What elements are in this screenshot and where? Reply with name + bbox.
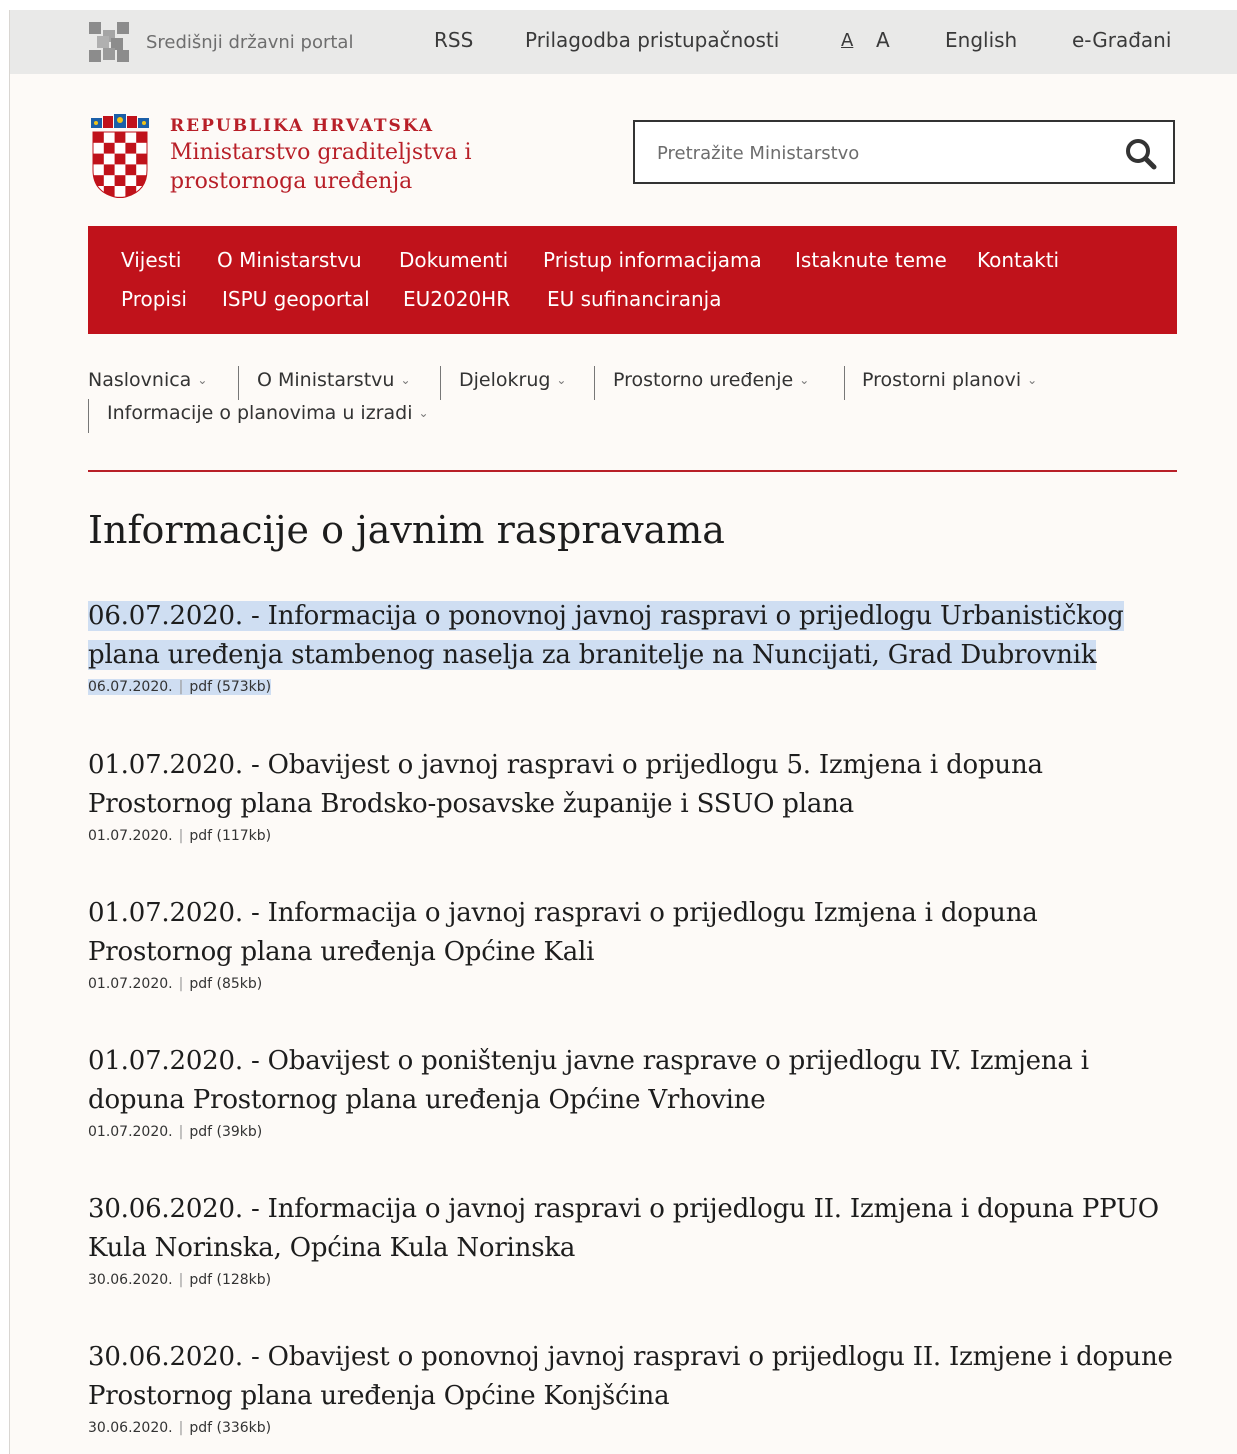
rss-link[interactable]: RSS: [434, 28, 473, 52]
item-meta: 01.07.2020. | pdf (85kb): [88, 976, 263, 992]
list-item: 30.06.2020. - Obavijest o ponovnoj javno…: [88, 1338, 1180, 1437]
subnav-o-ministarstvu[interactable]: O Ministarstvu ⌄: [257, 369, 411, 391]
nav-eu2020hr[interactable]: EU2020HR: [403, 287, 510, 311]
nav-vijesti[interactable]: Vijesti: [121, 248, 181, 272]
nav-eu-sufinanciranja[interactable]: EU sufinanciranja: [547, 287, 721, 311]
chevron-down-icon: ⌄: [197, 373, 208, 387]
item-title-link[interactable]: 01.07.2020. - Informacija o javnoj raspr…: [88, 894, 1180, 972]
portal-logo-icon[interactable]: [89, 22, 129, 62]
coat-of-arms-icon[interactable]: [89, 114, 151, 198]
chevron-down-icon: ⌄: [1027, 373, 1038, 387]
item-meta: 30.06.2020. | pdf (336kb): [88, 1420, 272, 1436]
font-small-button[interactable]: A: [841, 30, 853, 51]
nav-kontakti[interactable]: Kontakti: [977, 248, 1059, 272]
subnav-prostorni-planovi[interactable]: Prostorni planovi ⌄: [862, 369, 1037, 391]
item-title-link[interactable]: 30.06.2020. - Obavijest o ponovnoj javno…: [88, 1338, 1180, 1416]
ministry-name-link[interactable]: Ministarstvo graditeljstva i prostornoga…: [170, 138, 500, 196]
item-title-link[interactable]: 06.07.2020. - Informacija o ponovnoj jav…: [88, 597, 1180, 675]
nav-pristup-informacijama[interactable]: Pristup informacijama: [543, 248, 762, 272]
subnav-informacije-o-planovima[interactable]: Informacije o planovima u izradi ⌄: [107, 402, 429, 424]
nav-dokumenti[interactable]: Dokumenti: [399, 248, 508, 272]
item-meta: 06.07.2020. | pdf (573kb): [88, 679, 272, 695]
search-input[interactable]: [655, 136, 1099, 170]
search-box: [633, 120, 1175, 184]
pdf-link[interactable]: pdf (336kb): [189, 1420, 271, 1436]
main-nav: Vijesti O Ministarstvu Dokumenti Pristup…: [88, 226, 1177, 334]
page: Središnji državni portal RSS Prilagodba …: [9, 10, 1237, 1454]
nav-o-ministarstvu[interactable]: O Ministarstvu: [217, 248, 362, 272]
list-item: 01.07.2020. - Informacija o javnoj raspr…: [88, 894, 1180, 993]
portal-link[interactable]: Središnji državni portal: [146, 32, 353, 53]
list-item: 01.07.2020. - Obavijest o javnoj rasprav…: [88, 746, 1180, 845]
republic-title: REPUBLIKA HRVATSKA: [170, 116, 435, 136]
pdf-link[interactable]: pdf (117kb): [189, 828, 271, 844]
list-item: 30.06.2020. - Informacija o javnoj raspr…: [88, 1190, 1180, 1289]
chevron-down-icon: ⌄: [556, 373, 567, 387]
search-icon[interactable]: [1121, 134, 1161, 174]
item-title-link[interactable]: 01.07.2020. - Obavijest o poništenju jav…: [88, 1042, 1180, 1120]
item-title-link[interactable]: 30.06.2020. - Informacija o javnoj raspr…: [88, 1190, 1180, 1268]
nav-ispu-geoportal[interactable]: ISPU geoportal: [222, 287, 370, 311]
item-meta: 01.07.2020. | pdf (39kb): [88, 1124, 263, 1140]
item-meta: 30.06.2020. | pdf (128kb): [88, 1272, 272, 1288]
list-item: 06.07.2020. - Informacija o ponovnoj jav…: [88, 597, 1180, 696]
nav-propisi[interactable]: Propisi: [121, 287, 187, 311]
english-link[interactable]: English: [945, 28, 1017, 52]
nav-istaknute-teme[interactable]: Istaknute teme: [795, 248, 947, 272]
subnav-prostorno-uredenje[interactable]: Prostorno uređenje ⌄: [613, 369, 809, 391]
top-bar: Središnji državni portal RSS Prilagodba …: [10, 10, 1237, 74]
chevron-down-icon: ⌄: [400, 373, 411, 387]
subnav-djelokrug[interactable]: Djelokrug ⌄: [459, 369, 566, 391]
chevron-down-icon: ⌄: [799, 373, 810, 387]
pdf-link[interactable]: pdf (573kb): [189, 679, 271, 695]
page-title: Informacije o javnim raspravama: [88, 508, 725, 552]
pdf-link[interactable]: pdf (85kb): [189, 976, 262, 992]
subnav-naslovnica[interactable]: Naslovnica ⌄: [88, 369, 207, 391]
accessibility-link[interactable]: Prilagodba pristupačnosti: [525, 28, 779, 52]
divider: [88, 470, 1177, 472]
item-meta: 01.07.2020. | pdf (117kb): [88, 828, 272, 844]
chevron-down-icon: ⌄: [418, 406, 429, 420]
font-large-button[interactable]: A: [876, 28, 890, 52]
pdf-link[interactable]: pdf (128kb): [189, 1272, 271, 1288]
list-item: 01.07.2020. - Obavijest o poništenju jav…: [88, 1042, 1180, 1141]
egradani-link[interactable]: e-Građani: [1072, 28, 1171, 52]
pdf-link[interactable]: pdf (39kb): [189, 1124, 262, 1140]
item-title-link[interactable]: 01.07.2020. - Obavijest o javnoj rasprav…: [88, 746, 1180, 824]
